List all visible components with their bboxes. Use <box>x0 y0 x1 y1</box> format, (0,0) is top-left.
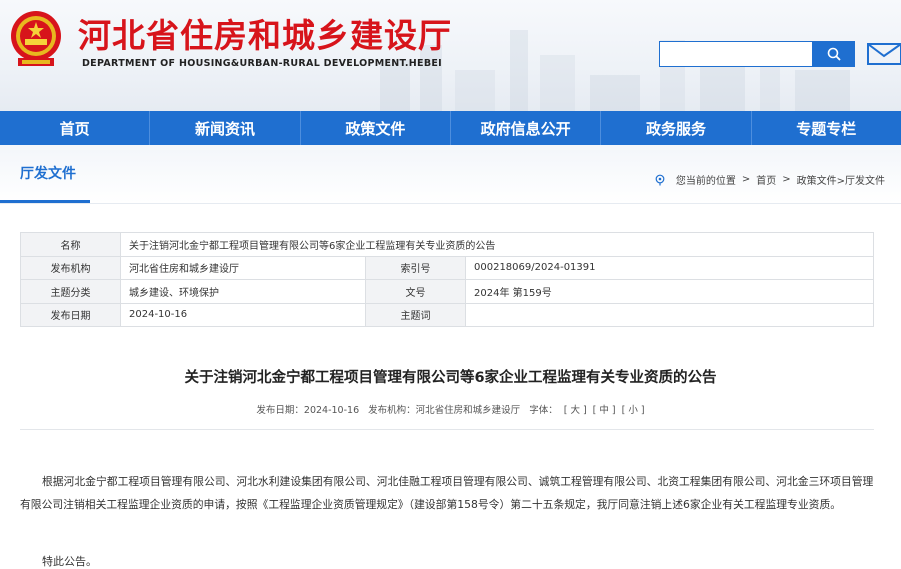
meta-label-name: 名称 <box>20 232 121 257</box>
breadcrumb-separator: > <box>782 174 791 185</box>
nav-item-policy[interactable]: 政策文件 <box>301 111 451 145</box>
location-pin-icon <box>655 174 665 185</box>
nav-item-topics[interactable]: 专题专栏 <box>752 111 901 145</box>
search-button[interactable] <box>812 41 855 67</box>
breadcrumb: 您当前的位置 > 首页 > 政策文件>厅发文件 <box>654 172 885 187</box>
meta-label-docno: 文号 <box>365 279 466 304</box>
site-header: 河北省住房和城乡建设厅 DEPARTMENT OF HOUSING&URBAN-… <box>0 0 901 111</box>
article-closing: 特此公告。 <box>42 555 97 568</box>
article-title: 关于注销河北金宁都工程项目管理有限公司等6家企业工程监理有关专业资质的公告 <box>184 370 717 386</box>
meta-value-name: 关于注销河北金宁都工程项目管理有限公司等6家企业工程监理有关专业资质的公告 <box>120 232 874 257</box>
main-navigation: 首页 新闻资讯 政策文件 政府信息公开 政务服务 专题专栏 <box>0 111 901 145</box>
nav-item-services[interactable]: 政务服务 <box>601 111 752 145</box>
meta-label-keyword: 主题词 <box>365 302 466 327</box>
nav-item-home[interactable]: 首页 <box>0 111 151 145</box>
search-icon <box>827 47 841 61</box>
meta-label-index: 索引号 <box>365 255 466 280</box>
breadcrumb-home[interactable]: 首页 <box>756 172 776 187</box>
article-body: 根据河北金宁都工程项目管理有限公司、河北水利建设集团有限公司、河北佳融工程项目管… <box>20 475 874 511</box>
breadcrumb-separator: > <box>741 174 751 185</box>
font-size-small-button[interactable]: [ 小 ] <box>622 405 645 416</box>
section-bar: 厅发文件 您当前的位置 > 首页 > 政策文件>厅发文件 <box>0 145 901 204</box>
font-size-large-button[interactable]: [ 大 ] <box>564 405 587 416</box>
breadcrumb-prefix: 您当前的位置 <box>675 176 736 187</box>
site-title[interactable]: 河北省住房和城乡建设厅 <box>78 16 452 56</box>
meta-value-topic: 城乡建设、环境保护 <box>120 279 366 304</box>
font-size-label: 字体： <box>529 405 558 416</box>
nav-item-news[interactable]: 新闻资讯 <box>150 111 301 145</box>
meta-value-org: 河北省住房和城乡建设厅 <box>120 255 366 280</box>
article-info: 发布日期：2024-10-16 发布机构：河北省住房和城乡建设厅 字体： [ 大 … <box>0 402 901 416</box>
meta-label-date: 发布日期 <box>20 302 121 327</box>
search-input[interactable] <box>659 41 812 67</box>
nav-item-gov-info[interactable]: 政府信息公开 <box>451 111 602 145</box>
meta-label-topic: 主题分类 <box>20 279 121 304</box>
breadcrumb-current[interactable]: 政策文件>厅发文件 <box>797 172 885 187</box>
meta-label-org: 发布机构 <box>20 255 121 280</box>
meta-value-docno: 2024年 第159号 <box>465 279 874 304</box>
document-meta-table: 名称 关于注销河北金宁都工程项目管理有限公司等6家企业工程监理有关专业资质的公告… <box>20 232 874 327</box>
mail-icon[interactable] <box>866 42 901 66</box>
article-date: 发布日期：2024-10-16 <box>256 405 360 416</box>
national-emblem-icon <box>11 11 61 66</box>
font-size-medium-button[interactable]: [ 中 ] <box>593 405 616 416</box>
meta-value-keyword <box>465 302 874 327</box>
meta-value-date: 2024-10-16 <box>120 302 366 327</box>
section-title: 厅发文件 <box>0 159 90 203</box>
article-org: 发布机构：河北省住房和城乡建设厅 <box>368 405 521 416</box>
site-subtitle: DEPARTMENT OF HOUSING&URBAN-RURAL DEVELO… <box>82 58 442 69</box>
divider <box>20 429 874 430</box>
meta-value-index: 000218069/2024-01391 <box>465 255 874 280</box>
